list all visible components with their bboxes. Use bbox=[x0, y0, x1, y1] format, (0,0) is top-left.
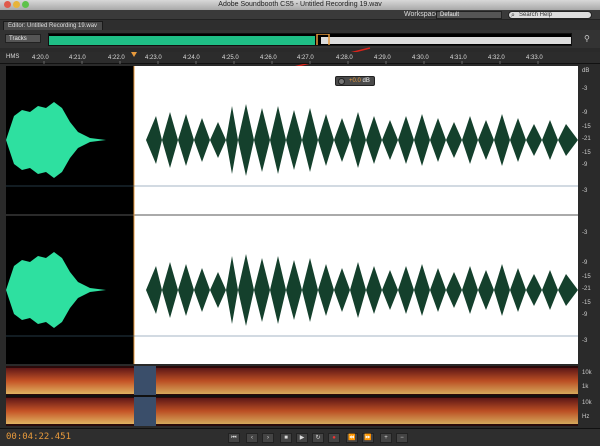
title-bar: Adobe Soundbooth CS5 - Untitled Recordin… bbox=[0, 0, 600, 10]
minimize-window-button[interactable] bbox=[13, 1, 20, 8]
db-label: dB bbox=[582, 68, 590, 74]
loop-icon[interactable]: ↻ bbox=[312, 433, 324, 443]
db-scale: dB -3 -9 -15 -21 -15 -9 -3 -3 -9 -15 -21… bbox=[578, 66, 600, 364]
db-label: -9 bbox=[582, 312, 588, 318]
zoom-in-icon[interactable]: + bbox=[380, 433, 392, 443]
search-help-input[interactable]: ⌕ Search Help bbox=[508, 11, 592, 19]
volume-hud[interactable]: +0.0 dB bbox=[335, 76, 375, 86]
db-label: -21 bbox=[582, 136, 591, 142]
waveform-view[interactable] bbox=[6, 66, 578, 364]
tracks-label: Tracks bbox=[9, 36, 27, 42]
close-window-button[interactable] bbox=[4, 1, 11, 8]
db-label: -3 bbox=[582, 188, 588, 194]
editor-tab-label: Editor: Untitled Recording 19.wav bbox=[8, 23, 98, 29]
next-marker-icon[interactable]: › bbox=[262, 433, 274, 443]
go-to-start-icon[interactable]: ⏮ bbox=[228, 433, 240, 443]
db-label: -3 bbox=[582, 230, 588, 236]
application-bar: Workspace: Default ⌕ Search Help bbox=[0, 10, 600, 20]
db-label: -9 bbox=[582, 162, 588, 168]
volume-unit: dB bbox=[362, 78, 370, 84]
db-label: -15 bbox=[582, 300, 591, 306]
record-icon[interactable]: ● bbox=[328, 433, 340, 443]
time-ruler[interactable]: HMS 4:20.0 4:21.0 4:22.0 4:23.0 4:24.0 4… bbox=[0, 52, 600, 64]
previous-marker-icon[interactable]: ‹ bbox=[246, 433, 258, 443]
channel-left-waveform bbox=[6, 102, 578, 178]
overview-waveform-graphic bbox=[49, 34, 571, 45]
volume-value: +0.0 bbox=[349, 78, 361, 84]
freq-label: 10k bbox=[582, 400, 592, 406]
db-label: -15 bbox=[582, 274, 591, 280]
db-label: -3 bbox=[582, 86, 588, 92]
frequency-scale: 10k 1k 10k Hz bbox=[578, 366, 600, 426]
db-label: -9 bbox=[582, 260, 588, 266]
channel-right-waveform bbox=[6, 252, 578, 328]
zoom-window-button[interactable] bbox=[22, 1, 29, 8]
stop-icon[interactable]: ■ bbox=[280, 433, 292, 443]
db-label: -3 bbox=[582, 338, 588, 344]
volume-knob-icon[interactable] bbox=[338, 78, 345, 85]
overview-waveform[interactable] bbox=[48, 33, 572, 46]
fast-forward-icon[interactable]: ⏩ bbox=[362, 433, 374, 443]
waveform-graphic bbox=[6, 66, 578, 364]
db-label: -15 bbox=[582, 124, 591, 130]
tracks-dropdown[interactable]: Tracks bbox=[5, 34, 41, 43]
search-icon: ⌕ bbox=[511, 12, 515, 19]
spectral-view[interactable] bbox=[6, 366, 578, 426]
spectral-graphic bbox=[6, 366, 578, 426]
freq-label: 10k bbox=[582, 370, 592, 376]
ruler-ticks bbox=[43, 52, 539, 64]
playhead-marker bbox=[131, 52, 137, 57]
search-placeholder: Search Help bbox=[519, 12, 553, 18]
db-label: -15 bbox=[582, 150, 591, 156]
play-icon[interactable]: ▶ bbox=[296, 433, 308, 443]
zoom-icon[interactable]: ⚲ bbox=[584, 34, 590, 43]
freq-label: 1k bbox=[582, 384, 589, 390]
db-label: -9 bbox=[582, 110, 588, 116]
db-label: -21 bbox=[582, 286, 591, 292]
zoom-out-icon[interactable]: − bbox=[396, 433, 408, 443]
freq-label: Hz bbox=[582, 414, 590, 420]
workspace-select[interactable]: Default bbox=[436, 11, 502, 19]
overview-panel: Tracks ⚲ bbox=[0, 30, 600, 48]
window-title: Adobe Soundbooth CS5 - Untitled Recordin… bbox=[218, 1, 382, 8]
editor-tab[interactable]: Editor: Untitled Recording 19.wav bbox=[3, 21, 103, 30]
current-time-display[interactable]: 00:04:22.451 bbox=[6, 432, 71, 442]
editor-tab-bar: Editor: Untitled Recording 19.wav bbox=[0, 20, 600, 30]
rewind-icon[interactable]: ⏪ bbox=[346, 433, 358, 443]
transport-bar: 00:04:22.451 ⏮ ‹ › ■ ▶ ↻ ● ⏪ ⏩ + − bbox=[0, 428, 600, 446]
